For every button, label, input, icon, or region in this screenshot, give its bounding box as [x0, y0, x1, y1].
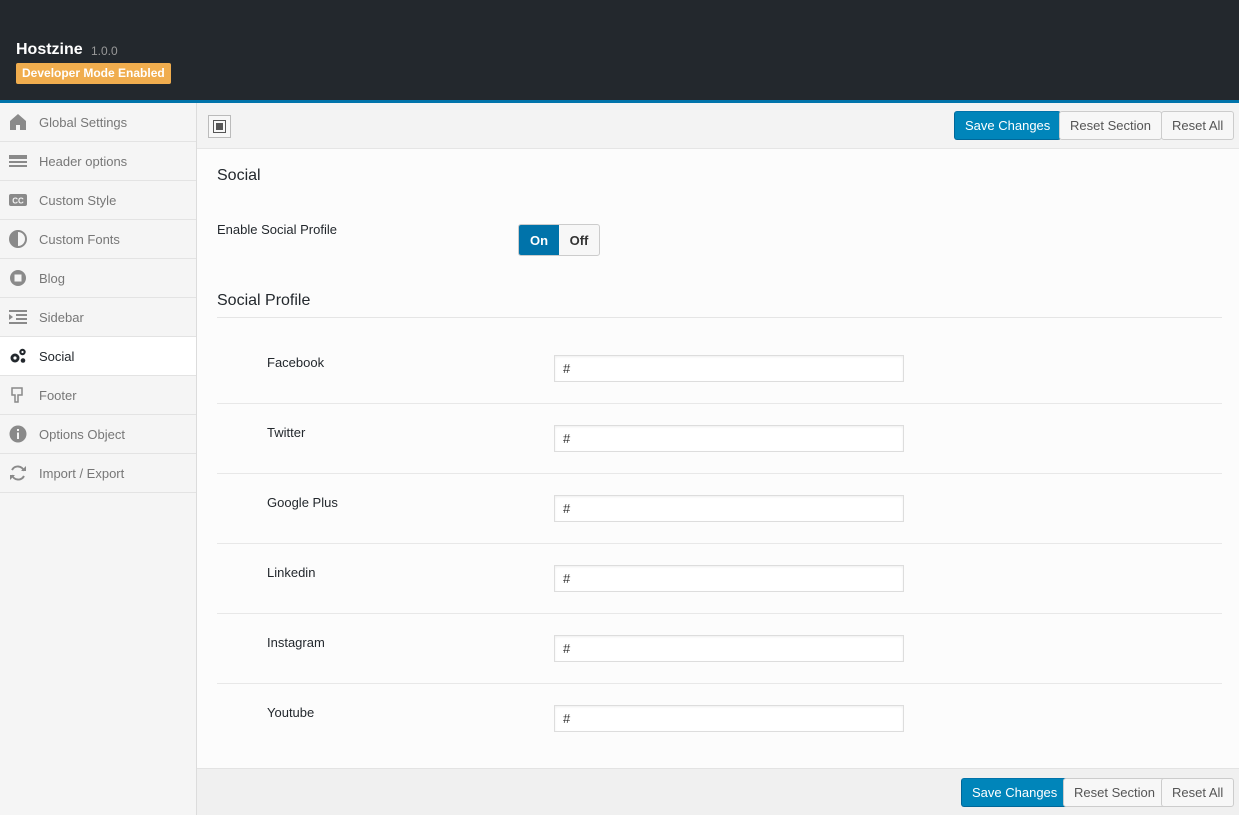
linkedin-label: Linkedin — [267, 565, 316, 580]
sidebar-item-import-export[interactable]: Import / Export — [0, 454, 196, 493]
svg-text:CC: CC — [12, 197, 24, 206]
enable-social-profile-switch[interactable]: On Off — [518, 224, 600, 256]
instagram-label: Instagram — [267, 635, 325, 650]
switch-on-button[interactable]: On — [519, 225, 559, 255]
sidebar-item-label: Global Settings — [39, 114, 128, 130]
facebook-label: Facebook — [267, 355, 325, 370]
reset-section-button[interactable]: Reset Section — [1059, 111, 1162, 140]
app-name: Hostzine — [16, 41, 83, 58]
enable-social-profile-label: Enable Social Profile — [217, 222, 337, 237]
divider — [217, 543, 1222, 544]
sidebar-item-footer[interactable]: Footer — [0, 376, 196, 415]
divider — [217, 683, 1222, 684]
sidebar-item-label: Social — [39, 348, 75, 364]
google-plus-label: Google Plus — [267, 495, 338, 510]
save-changes-button[interactable]: Save Changes — [961, 778, 1069, 807]
sidebar-item-label: Header options — [39, 153, 128, 169]
social-profile-title: Social Profile — [217, 292, 311, 309]
contrast-icon — [9, 230, 27, 248]
sidebar-item-custom-style[interactable]: CC Custom Style — [0, 181, 196, 220]
sidebar-item-options-object[interactable]: Options Object — [0, 415, 196, 454]
hand-down-icon — [9, 386, 27, 404]
sidebar-item-label: Sidebar — [39, 309, 84, 325]
reset-section-button[interactable]: Reset Section — [1063, 778, 1166, 807]
info-icon — [9, 425, 27, 443]
reset-all-button[interactable]: Reset All — [1161, 778, 1235, 807]
bottom-toolbar: Save Changes Reset Section Reset All — [197, 768, 1239, 815]
sidebar-item-label: Blog — [39, 270, 66, 286]
sidebar-item-sidebar[interactable]: Sidebar — [0, 298, 196, 337]
google-plus-input[interactable] — [554, 495, 904, 522]
refresh-icon — [9, 464, 27, 482]
section-title: Social — [217, 167, 261, 184]
sidebar: Global Settings Header options CC Custom… — [0, 103, 197, 815]
facebook-input[interactable] — [554, 355, 904, 382]
youtube-label: Youtube — [267, 705, 315, 720]
switch-off-button[interactable]: Off — [559, 225, 599, 255]
divider — [217, 403, 1222, 404]
sidebar-item-label: Import / Export — [39, 465, 125, 481]
sidebar-item-global-settings[interactable]: Global Settings — [0, 103, 196, 142]
top-toolbar: Save Changes Reset Section Reset All — [197, 103, 1239, 149]
divider — [217, 317, 1222, 318]
header-icon — [9, 152, 27, 170]
sidebar-item-label: Custom Style — [39, 192, 117, 208]
instagram-input[interactable] — [554, 635, 904, 662]
developer-mode-badge: Developer Mode Enabled — [16, 63, 171, 84]
divider — [217, 473, 1222, 474]
cc-icon: CC — [9, 191, 27, 209]
blog-icon — [9, 269, 27, 287]
sidebar-item-label: Footer — [39, 387, 77, 403]
top-header: Hostzine 1.0.0 Developer Mode Enabled — [0, 0, 1239, 100]
sidebar-item-label: Custom Fonts — [39, 231, 120, 247]
sidebar-item-social[interactable]: Social — [0, 337, 196, 376]
cogs-icon — [9, 347, 27, 365]
sidebar-item-custom-fonts[interactable]: Custom Fonts — [0, 220, 196, 259]
save-changes-button[interactable]: Save Changes — [954, 111, 1062, 140]
reset-all-button[interactable]: Reset All — [1161, 111, 1235, 140]
twitter-input[interactable] — [554, 425, 904, 452]
expand-toggle-button[interactable] — [208, 115, 231, 138]
sidebar-item-label: Options Object — [39, 426, 125, 442]
divider — [217, 613, 1222, 614]
home-icon — [9, 113, 27, 131]
twitter-label: Twitter — [267, 425, 306, 440]
linkedin-input[interactable] — [554, 565, 904, 592]
youtube-input[interactable] — [554, 705, 904, 732]
main-panel: Save Changes Reset Section Reset All Soc… — [197, 103, 1239, 815]
app-version: 1.0.0 — [91, 44, 118, 58]
indent-icon — [9, 308, 27, 326]
panel-icon — [213, 120, 226, 133]
sidebar-item-blog[interactable]: Blog — [0, 259, 196, 298]
sidebar-item-header-options[interactable]: Header options — [0, 142, 196, 181]
